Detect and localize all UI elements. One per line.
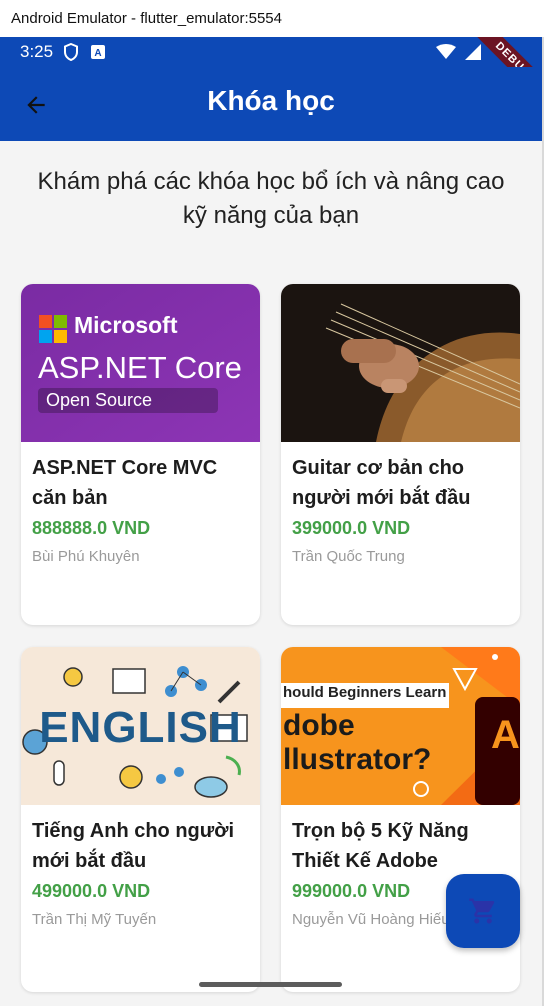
device-screen: 3:25 A DEBUG Khóa học Khám phá các khóa … [0, 37, 542, 1006]
thumb-brand-text: Microsoft [74, 312, 178, 338]
cart-button[interactable] [446, 874, 520, 948]
keyboard-a-icon: A [91, 45, 106, 59]
status-time: 3:25 [20, 42, 54, 61]
thumb-letter-text: A [491, 713, 520, 757]
thumb-product-text: ASP.NET Core [38, 350, 242, 385]
course-thumbnail: hould Beginners Learn dobe llustrator? A [281, 647, 520, 805]
svg-text:A: A [94, 48, 101, 59]
signal-icon [464, 43, 482, 66]
course-price: 888888.0 VND [32, 518, 151, 538]
course-author: Bùi Phú Khuyên [32, 548, 140, 565]
thumb-word-text: ENGLISH [39, 703, 242, 752]
thumb-line3-text: llustrator? [283, 743, 432, 776]
shopping-cart-icon [469, 898, 495, 924]
app-bar: Khóa học [0, 67, 542, 141]
status-bar: 3:25 A DEBUG [0, 37, 542, 106]
thumb-line1-text: hould Beginners Learn [283, 684, 447, 701]
course-title: Guitar cơ bản cho người mới bắt đầu [292, 457, 471, 509]
course-author: Trần Quốc Trung [292, 548, 405, 565]
course-card[interactable]: Guitar cơ bản cho người mới bắt đầu 3990… [281, 284, 520, 625]
course-price: 499000.0 VND [32, 881, 151, 901]
wifi-icon [436, 44, 456, 65]
thumb-tagline-text: Open Source [46, 390, 153, 410]
emulator-window-title: Android Emulator - flutter_emulator:5554 [0, 0, 544, 37]
page-title: Khóa học [207, 85, 335, 116]
course-title: ASP.NET Core MVC căn bản [32, 457, 218, 509]
course-card[interactable]: ENGLISH Tiếng Anh cho người mới bắt đầu … [21, 647, 260, 992]
page-subtitle: Khám phá các khóa học bổ ích và nâng cao… [37, 168, 505, 229]
course-thumbnail [281, 284, 520, 442]
course-thumbnail: Microsoft ASP.NET Core Open Source [21, 284, 260, 442]
course-title: Tiếng Anh cho người mới bắt đầu [32, 820, 235, 872]
home-indicator[interactable] [199, 982, 342, 987]
course-price: 399000.0 VND [292, 518, 411, 538]
course-card[interactable]: Microsoft ASP.NET Core Open Source ASP.N… [21, 284, 260, 625]
shield-icon [63, 43, 79, 61]
course-author: Trần Thị Mỹ Tuyến [32, 911, 157, 928]
thumb-line2-text: dobe [283, 709, 355, 742]
course-thumbnail: ENGLISH [21, 647, 260, 805]
course-title: Trọn bộ 5 Kỹ Năng Thiết Kế Adobe [292, 820, 469, 872]
